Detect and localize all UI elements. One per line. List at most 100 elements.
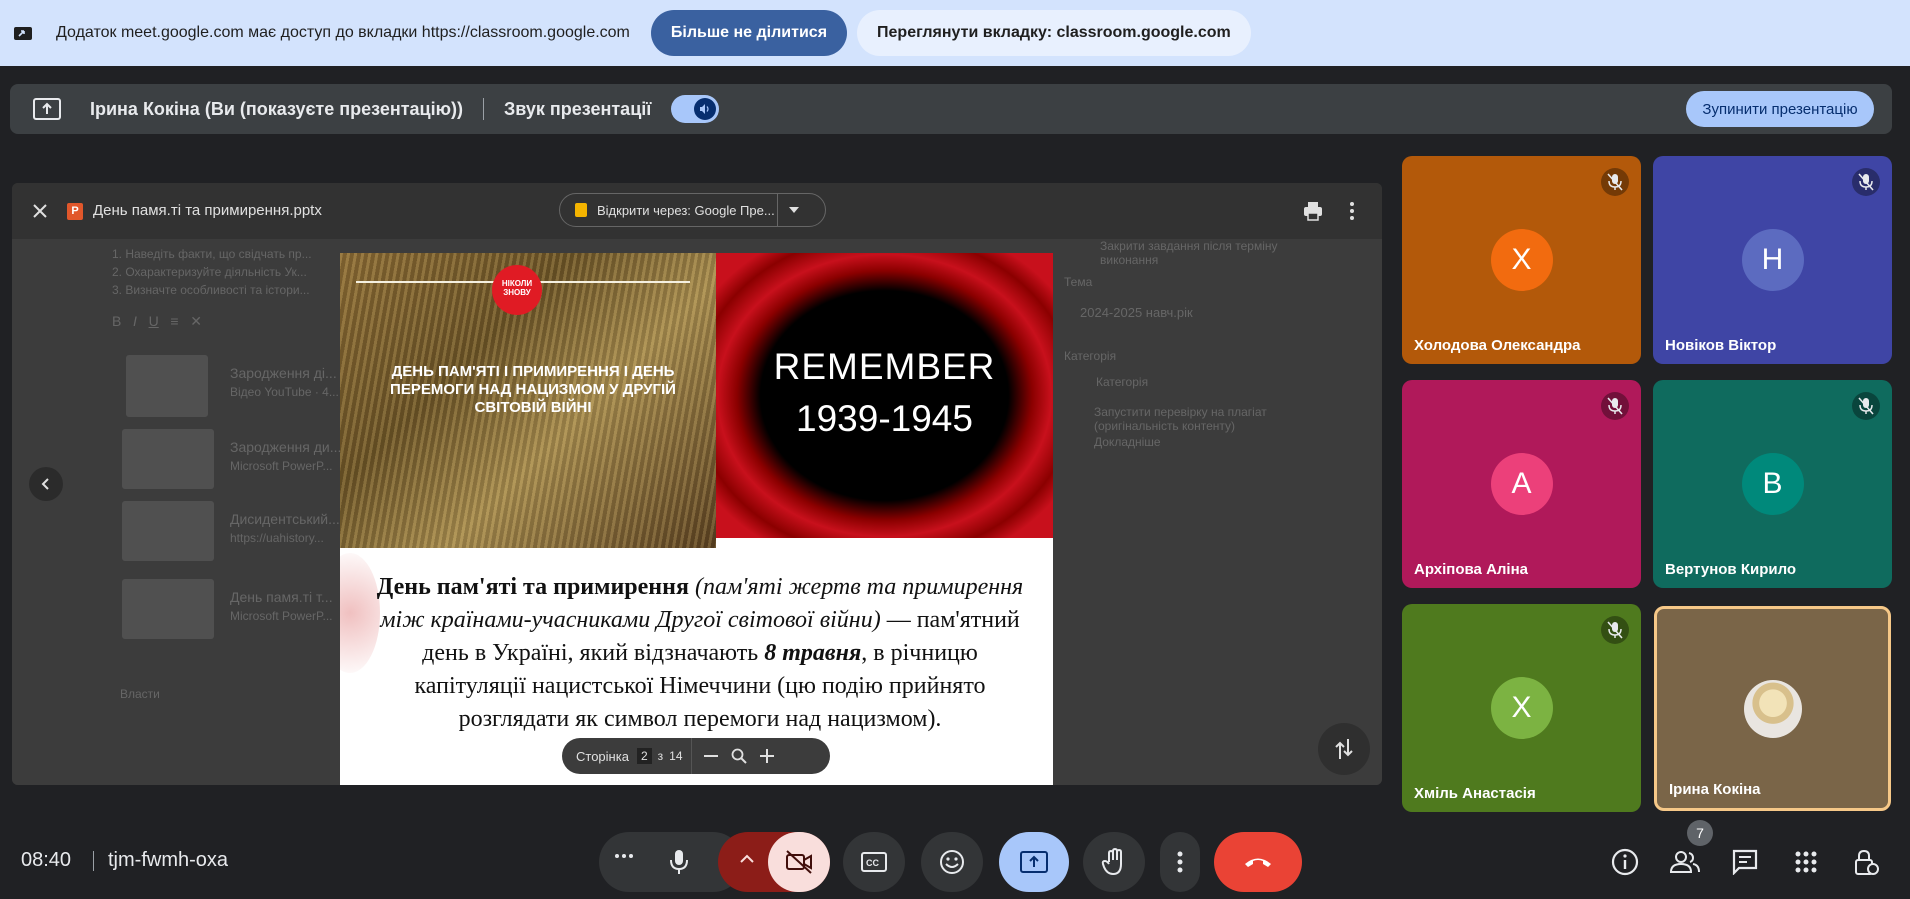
share-banner-text: Додаток meet.google.com має доступ до вк… xyxy=(56,24,630,41)
captions-button[interactable]: CC xyxy=(843,832,905,892)
participant-tile[interactable]: А Архіпова Аліна xyxy=(1402,380,1641,588)
mic-off-icon xyxy=(1852,392,1880,420)
participant-tile[interactable]: Х Холодова Олександра xyxy=(1402,156,1641,364)
more-vert-icon[interactable] xyxy=(1348,200,1356,222)
zoom-out-icon[interactable] xyxy=(702,747,720,765)
view-tab-button[interactable]: Переглянути вкладку: classroom.google.co… xyxy=(857,10,1251,56)
present-now-button[interactable] xyxy=(999,832,1069,892)
mic-off-icon xyxy=(1601,168,1629,196)
emoji-icon xyxy=(939,849,965,875)
attachment-thumb xyxy=(126,355,208,417)
participant-name: Хміль Анастасія xyxy=(1414,785,1536,802)
body-bold: День пам'яті та примирення xyxy=(376,574,689,600)
speaker-icon xyxy=(694,98,717,120)
meeting-code: tjm-fwmh-oxa xyxy=(108,849,229,871)
people-icon[interactable] xyxy=(1667,844,1703,880)
participant-tile[interactable]: В Вертунов Кирило xyxy=(1653,380,1892,588)
faded-footer: Власти xyxy=(120,687,160,701)
mic-off-icon xyxy=(1601,616,1629,644)
fit-to-screen-button[interactable] xyxy=(1318,723,1370,775)
faded-line: 3. Визначте особливості та істори... xyxy=(112,283,310,297)
more-options-button[interactable] xyxy=(1160,832,1200,892)
svg-text:CC: CC xyxy=(866,858,879,868)
mic-off-icon xyxy=(1852,168,1880,196)
present-to-all-icon xyxy=(1020,851,1048,873)
leave-call-button[interactable] xyxy=(1214,832,1302,892)
chevron-down-icon[interactable] xyxy=(778,207,810,213)
slide-photo-title: ДЕНЬ ПАМ'ЯТІ І ПРИМИРЕННЯ І ДЕНЬ ПЕРЕМОГ… xyxy=(390,363,676,416)
page-total: 14 xyxy=(669,749,683,763)
page-number-input[interactable]: 2 xyxy=(636,748,652,764)
attachment-thumb xyxy=(122,579,214,639)
body-date: 8 травня xyxy=(764,640,862,666)
attachment-sub: Microsoft PowerP... xyxy=(230,459,333,473)
participant-tile[interactable]: Н Новіков Віктор xyxy=(1653,156,1892,364)
attachment-sub: Відео YouTube · 4... xyxy=(230,385,339,399)
page-label: Сторінка xyxy=(576,748,629,764)
never-again-logo: НІКОЛИ ЗНОВУ xyxy=(492,265,542,315)
zoom-icon[interactable] xyxy=(730,747,748,765)
faded-category-add: Категорія xyxy=(1096,375,1149,389)
more-vert-icon xyxy=(1177,851,1183,873)
meeting-details-icon[interactable] xyxy=(1607,844,1643,880)
faded-close-after: Закрити завдання після терміну виконання xyxy=(1100,239,1278,267)
stop-presenting-button[interactable]: Зупинити презентацію xyxy=(1686,91,1874,127)
google-slides-icon xyxy=(575,203,587,217)
participant-tile[interactable]: Х Хміль Анастасія xyxy=(1402,604,1641,812)
people-count-badge: 7 xyxy=(1687,820,1713,846)
participant-name: Вертунов Кирило xyxy=(1665,561,1797,578)
chat-icon[interactable] xyxy=(1727,844,1763,880)
slide: НІКОЛИ ЗНОВУ ДЕНЬ ПАМ'ЯТІ І ПРИМИРЕННЯ І… xyxy=(340,253,1053,785)
faded-format-toolbar: B I U ≡ ✕ xyxy=(112,313,202,329)
print-icon[interactable] xyxy=(1302,200,1324,222)
slide-body-text: День пам'яті та примирення (пам'яті жерт… xyxy=(370,571,1030,736)
raise-hand-button[interactable] xyxy=(1083,832,1145,892)
previous-page-button[interactable] xyxy=(29,467,63,501)
open-with-button[interactable]: Відкрити через: Google Пре... xyxy=(559,193,826,227)
stop-sharing-button[interactable]: Більше не ділитися xyxy=(650,10,848,56)
presentation-audio-label: Звук презентації xyxy=(503,98,652,119)
avatar: А xyxy=(1490,453,1553,515)
faded-more: Докладніше xyxy=(1094,435,1161,449)
faded-topic-value: 2024-2025 навч.рік xyxy=(1080,305,1193,320)
participant-tile-self[interactable]: Ірина Кокіна xyxy=(1654,606,1891,811)
avatar: В xyxy=(1741,453,1804,515)
meeting-controls-bar: 08:40 tjm-fwmh-oxa CC xyxy=(0,820,1910,899)
attachment-title: Зародження ди... xyxy=(230,439,342,455)
reactions-button[interactable] xyxy=(921,832,983,892)
presentation-audio-toggle[interactable] xyxy=(671,95,720,123)
participant-name: Ірина Кокіна xyxy=(1669,781,1761,798)
presenting-bar: Ірина Кокіна (Ви (показуєте презентацію)… xyxy=(10,84,1892,134)
participant-name: Новіков Віктор xyxy=(1665,337,1777,354)
closed-caption-icon: CC xyxy=(861,851,887,873)
zoom-in-icon[interactable] xyxy=(758,747,776,765)
host-controls-lock-icon[interactable] xyxy=(1848,844,1884,880)
present-screen-icon xyxy=(32,97,62,121)
attachment-title: День памя.ті т... xyxy=(230,589,333,605)
participant-name: Архіпова Аліна xyxy=(1414,561,1528,578)
attachment-title: Дисидентський... xyxy=(230,511,340,527)
more-horiz-icon[interactable] xyxy=(615,854,633,858)
avatar: Х xyxy=(1490,229,1553,291)
profile-photo xyxy=(1743,679,1802,738)
page-controls: Сторінка 2 з 14 xyxy=(562,738,830,774)
close-icon[interactable] xyxy=(30,201,50,221)
chevron-up-icon[interactable] xyxy=(740,854,754,863)
share-tab-icon xyxy=(12,22,34,44)
viewer-toolbar: P День памя.ті та примирення.pptx Відкри… xyxy=(12,183,1382,239)
remember-panel: REMEMBER 1939-1945 xyxy=(716,253,1053,538)
apps-grid-icon[interactable] xyxy=(1788,844,1824,880)
faded-plagiarism: Запустити перевірку на плагіат (оригінал… xyxy=(1094,405,1267,433)
call-end-icon xyxy=(1243,855,1273,869)
mic-icon[interactable] xyxy=(669,848,689,876)
camera-off-button[interactable] xyxy=(768,832,830,892)
clock: 08:40 xyxy=(21,849,72,871)
faded-line: 1. Наведіть факти, що свідчать пр... xyxy=(112,247,312,261)
bar-divider xyxy=(482,98,484,120)
attachment-thumb xyxy=(122,429,214,489)
presenter-name: Ірина Кокіна (Ви (показуєте презентацію)… xyxy=(90,98,463,119)
avatar: Х xyxy=(1490,677,1553,739)
file-name: День памя.ті та примирення.pptx xyxy=(93,202,322,219)
avatar: Н xyxy=(1741,229,1804,291)
participant-name: Холодова Олександра xyxy=(1414,337,1581,354)
